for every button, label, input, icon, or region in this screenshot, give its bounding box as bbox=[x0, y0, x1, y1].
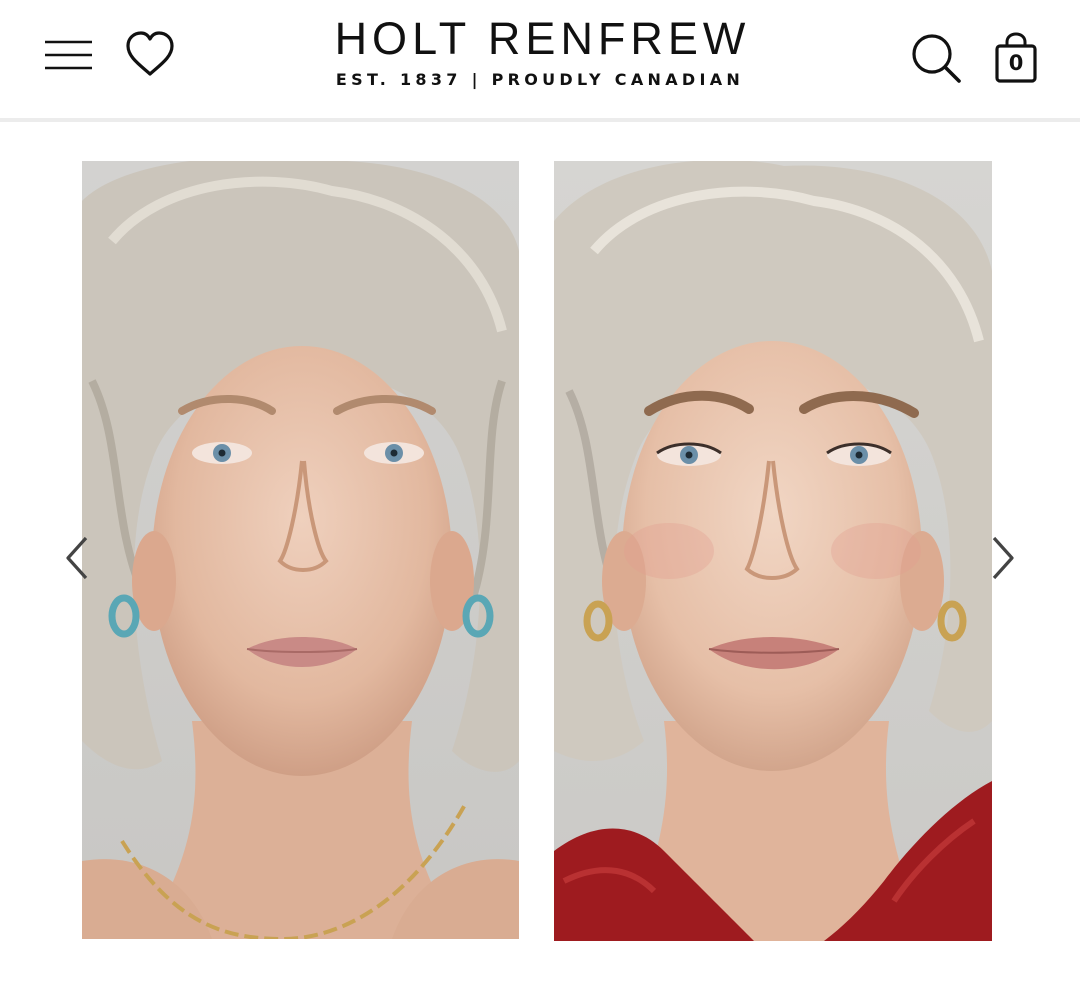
brand-tagline: EST. 1837 | PROUDLY CANADIAN bbox=[335, 70, 745, 89]
wishlist-button[interactable] bbox=[124, 30, 176, 78]
search-icon bbox=[912, 34, 961, 83]
image-carousel bbox=[0, 122, 1080, 989]
carousel-slide-before bbox=[82, 161, 519, 939]
brand-name: HOLT RENFREW bbox=[334, 13, 751, 64]
site-header: HOLT RENFREW EST. 1837 | PROUDLY CANADIA… bbox=[0, 0, 1080, 118]
bag-count: 0 bbox=[1008, 51, 1024, 75]
portrait-photo-with-makeup bbox=[554, 161, 992, 941]
shopping-bag-button[interactable]: 0 bbox=[992, 30, 1040, 86]
heart-icon bbox=[126, 31, 174, 76]
carousel-slide-after bbox=[554, 161, 992, 941]
chevron-right-icon bbox=[992, 536, 1014, 580]
brand-logo-link[interactable]: HOLT RENFREW EST. 1837 | PROUDLY CANADIA… bbox=[300, 14, 780, 91]
search-button[interactable] bbox=[908, 30, 964, 86]
portrait-photo-no-makeup bbox=[82, 161, 519, 939]
hamburger-menu-icon bbox=[45, 40, 92, 70]
menu-button[interactable] bbox=[42, 36, 94, 74]
carousel-next-button[interactable] bbox=[988, 534, 1018, 582]
chevron-left-icon bbox=[66, 536, 88, 580]
carousel-prev-button[interactable] bbox=[62, 534, 92, 582]
